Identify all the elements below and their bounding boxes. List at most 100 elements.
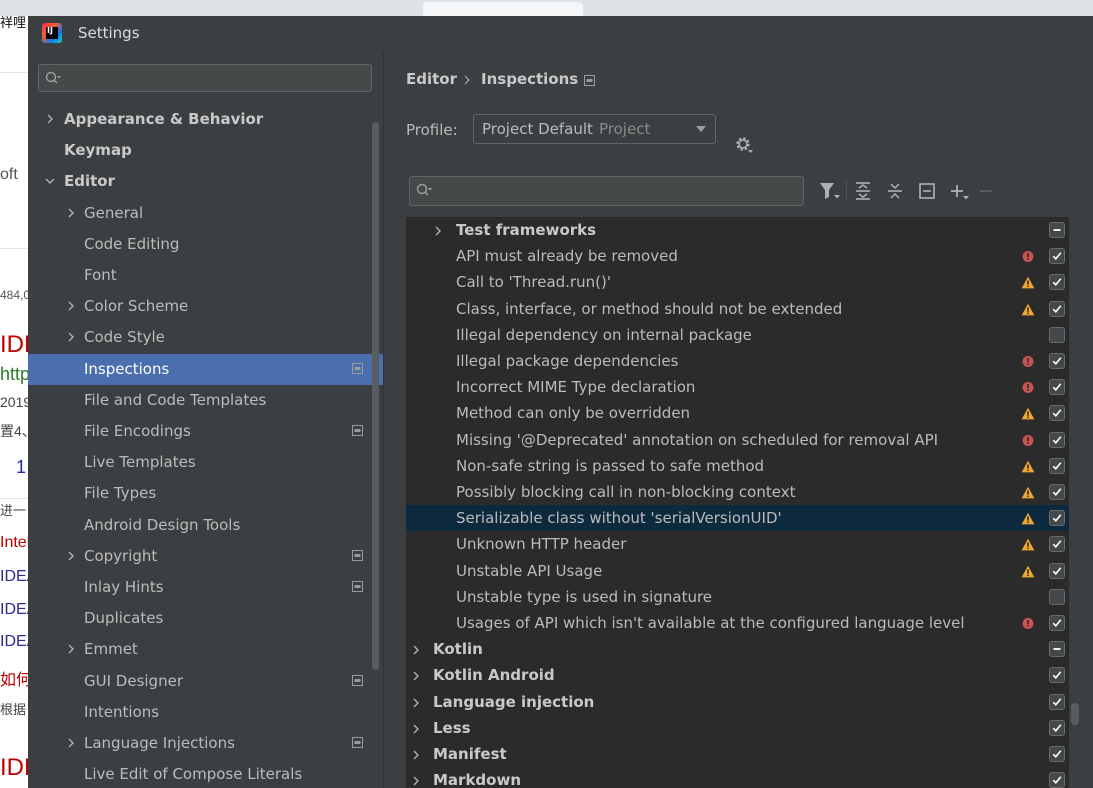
inspection-group-row[interactable]: Less	[406, 715, 1069, 741]
expand-all-button[interactable]	[850, 178, 876, 204]
sidebar-item-keymap[interactable]: Keymap	[28, 135, 383, 166]
inspection-scrollbar[interactable]	[1071, 703, 1079, 725]
background-text-fragment: 根据	[0, 702, 27, 717]
checkmark-icon	[1052, 567, 1062, 575]
sidebar-item-code-style[interactable]: Code Style	[28, 322, 383, 353]
chevron-right-icon[interactable]	[410, 644, 422, 656]
sidebar-item-gui-designer[interactable]: GUI Designer	[28, 666, 383, 697]
breadcrumb-editor[interactable]: Editor	[406, 70, 457, 88]
checkbox-checked[interactable]	[1049, 274, 1065, 290]
profile-dropdown[interactable]: Project Default Project	[473, 114, 716, 144]
checkbox-checked[interactable]	[1049, 772, 1065, 788]
sidebar-item-general[interactable]: General	[28, 198, 383, 229]
checkbox-mixed[interactable]	[1049, 641, 1065, 657]
chevron-right-icon[interactable]	[44, 113, 56, 125]
checkbox-checked[interactable]	[1049, 615, 1065, 631]
sidebar-item-inspections[interactable]: Inspections	[28, 354, 383, 385]
sidebar-item-inlay-hints[interactable]: Inlay Hints	[28, 572, 383, 603]
checkbox-checked[interactable]	[1049, 353, 1065, 369]
inspection-row[interactable]: Missing '@Deprecated' annotation on sche…	[406, 427, 1069, 453]
background-text-fragment: 484,0	[0, 288, 28, 302]
inspection-row[interactable]: Illegal package dependencies	[406, 348, 1069, 374]
chevron-right-icon[interactable]	[410, 670, 422, 682]
chevron-right-icon[interactable]	[410, 723, 422, 735]
inspection-row[interactable]: Unknown HTTP header	[406, 531, 1069, 557]
inspection-row[interactable]: Class, interface, or method should not b…	[406, 296, 1069, 322]
inspection-group-row[interactable]: Markdown	[406, 767, 1069, 788]
checkbox-checked[interactable]	[1049, 379, 1065, 395]
checkbox-checked[interactable]	[1049, 536, 1065, 552]
inspection-filter-input[interactable]	[409, 176, 804, 206]
checkbox-checked[interactable]	[1049, 720, 1065, 736]
inspection-group-row[interactable]: Kotlin Android	[406, 662, 1069, 688]
add-button[interactable]	[946, 178, 972, 204]
sidebar-item-editor[interactable]: Editor	[28, 166, 383, 197]
checkbox-checked[interactable]	[1049, 458, 1065, 474]
checkbox-checked[interactable]	[1049, 405, 1065, 421]
inspection-row[interactable]: Non-safe string is passed to safe method	[406, 453, 1069, 479]
inspection-row[interactable]: Method can only be overridden	[406, 400, 1069, 426]
inspection-row[interactable]: Illegal dependency on internal package	[406, 322, 1069, 348]
checkbox-checked[interactable]	[1049, 746, 1065, 762]
inspection-group-row[interactable]: Kotlin	[406, 636, 1069, 662]
chevron-right-icon[interactable]	[65, 737, 77, 749]
settings-search-input[interactable]	[38, 64, 372, 92]
sidebar-item-android-design-tools[interactable]: Android Design Tools	[28, 510, 383, 541]
inspection-row[interactable]: Unstable type is used in signature	[406, 584, 1069, 610]
chevron-right-icon[interactable]	[65, 550, 77, 562]
sidebar-scrollbar[interactable]	[372, 122, 379, 670]
inspections-page: Editor Inspections Profile: Project Defa…	[384, 52, 1093, 788]
filter-button[interactable]	[816, 178, 842, 204]
sidebar-item-language-injections[interactable]: Language Injections	[28, 728, 383, 759]
inspection-row[interactable]: Call to 'Thread.run()'	[406, 269, 1069, 295]
chevron-right-icon[interactable]	[65, 643, 77, 655]
inspection-group-row[interactable]: Language injection	[406, 689, 1069, 715]
chevron-right-icon[interactable]	[432, 225, 444, 237]
chevron-right-icon[interactable]	[410, 697, 422, 709]
sidebar-item-live-edit-of-compose-literals[interactable]: Live Edit of Compose Literals	[28, 759, 383, 788]
checkbox-mixed[interactable]	[1049, 222, 1065, 238]
sidebar-item-file-types[interactable]: File Types	[28, 478, 383, 509]
checkbox-checked[interactable]	[1049, 248, 1065, 264]
chevron-right-icon[interactable]	[65, 300, 77, 312]
checkbox-checked[interactable]	[1049, 301, 1065, 317]
chevron-right-icon[interactable]	[410, 775, 422, 787]
sidebar-item-font[interactable]: Font	[28, 260, 383, 291]
sidebar-item-code-editing[interactable]: Code Editing	[28, 229, 383, 260]
inspection-row[interactable]: Unstable API Usage	[406, 558, 1069, 584]
checkbox-checked[interactable]	[1049, 694, 1065, 710]
settings-dialog: IJ Settings Appearance & Behavior Keymap E…	[28, 16, 1093, 788]
inspection-group-row[interactable]: Manifest	[406, 741, 1069, 767]
checkbox-checked[interactable]	[1049, 484, 1065, 500]
checkbox-unchecked[interactable]	[1049, 327, 1065, 343]
checkbox-checked[interactable]	[1049, 563, 1065, 579]
inspection-row[interactable]: API must already be removed	[406, 243, 1069, 269]
remove-button[interactable]	[974, 178, 1000, 204]
inspection-row[interactable]: Serializable class without 'serialVersio…	[406, 505, 1069, 531]
checkbox-checked[interactable]	[1049, 510, 1065, 526]
checkbox-checked[interactable]	[1049, 667, 1065, 683]
sidebar-item-file-and-code-templates[interactable]: File and Code Templates	[28, 385, 383, 416]
gear-icon[interactable]	[734, 135, 754, 155]
sidebar-item-copyright[interactable]: Copyright	[28, 541, 383, 572]
chevron-right-icon[interactable]	[410, 749, 422, 761]
sidebar-item-color-scheme[interactable]: Color Scheme	[28, 291, 383, 322]
chevron-right-icon[interactable]	[65, 331, 77, 343]
inspection-row[interactable]: Possibly blocking call in non-blocking c…	[406, 479, 1069, 505]
chevron-down-icon[interactable]	[44, 175, 56, 187]
sidebar-item-file-encodings[interactable]: File Encodings	[28, 416, 383, 447]
inspection-row[interactable]: Usages of API which isn't available at t…	[406, 610, 1069, 636]
checkbox-checked[interactable]	[1049, 432, 1065, 448]
background-text-fragment: 置4、	[0, 423, 28, 439]
sidebar-item-duplicates[interactable]: Duplicates	[28, 603, 383, 634]
checkbox-unchecked[interactable]	[1049, 589, 1065, 605]
sidebar-item-emmet[interactable]: Emmet	[28, 634, 383, 665]
collapse-all-button[interactable]	[882, 178, 908, 204]
inspection-group-row[interactable]: Test frameworks	[406, 217, 1069, 243]
reset-to-default-button[interactable]	[914, 178, 940, 204]
sidebar-item-live-templates[interactable]: Live Templates	[28, 447, 383, 478]
chevron-right-icon[interactable]	[65, 207, 77, 219]
inspection-row[interactable]: Incorrect MIME Type declaration	[406, 374, 1069, 400]
sidebar-item-appearance-behavior[interactable]: Appearance & Behavior	[28, 104, 383, 135]
sidebar-item-intentions[interactable]: Intentions	[28, 697, 383, 728]
